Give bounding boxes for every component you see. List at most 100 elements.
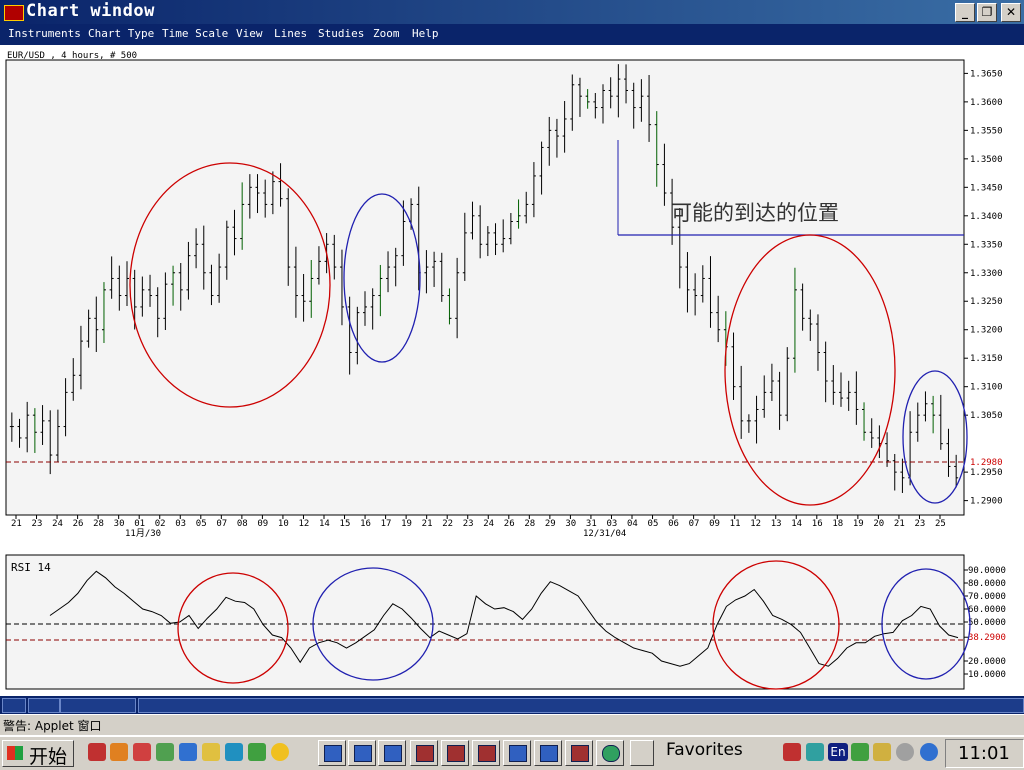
price-header: EUR/USD , 4 hours, # 500 [7, 51, 137, 61]
title-bar: Chart window _ ❐ ✕ [0, 0, 1024, 24]
price-x-tick-label: 10 [278, 519, 289, 529]
price-x-tick-label: 16 [360, 519, 371, 529]
price-x-tick-label: 07 [216, 519, 227, 529]
scroll-handle[interactable] [28, 698, 60, 713]
price-x-tick-label: 21 [422, 519, 433, 529]
tray-icon-3[interactable] [851, 743, 869, 761]
clock[interactable]: 11:01 [945, 739, 1024, 768]
tray-icon-4[interactable] [896, 743, 914, 761]
price-y-tick-label: 1.3450 [970, 183, 1003, 193]
rsi-y-tick-label: 10.0000 [968, 670, 1006, 680]
price-x-tick-label: 30 [114, 519, 125, 529]
windows-logo-icon [7, 746, 23, 760]
scroll-track-segment[interactable] [60, 698, 136, 713]
x-sublabel-dec: 12/31/04 [583, 529, 626, 539]
rsi-title: RSI 14 [11, 561, 51, 574]
language-indicator[interactable]: En [828, 743, 848, 761]
favorites-label[interactable]: Favorites [666, 740, 743, 760]
price-y-tick-label: 1.3300 [970, 269, 1003, 279]
price-x-tick-label: 24 [52, 519, 63, 529]
price-x-tick-label: 12 [750, 519, 761, 529]
price-y-tick-label: 1.3200 [970, 326, 1003, 336]
tray-icon-5[interactable] [920, 743, 938, 761]
menu-chart-type[interactable]: Chart Type [88, 27, 154, 40]
rsi-y-tick-label: 38.2900 [968, 633, 1006, 643]
minimize-button[interactable]: _ [955, 3, 975, 22]
task-button-10[interactable] [596, 740, 624, 766]
menu-studies[interactable]: Studies [318, 27, 364, 40]
tray-icon-2[interactable] [806, 743, 824, 761]
menu-bar: Instruments Chart Type Time Scale View L… [0, 24, 1024, 45]
scroll-track[interactable] [138, 698, 1024, 713]
menu-zoom[interactable]: Zoom [373, 27, 400, 40]
scroll-left-button[interactable] [2, 698, 26, 713]
menu-view[interactable]: View [236, 27, 263, 40]
tray-icon-1[interactable] [783, 743, 801, 761]
price-x-tick-label: 19 [401, 519, 412, 529]
price-x-tick-label: 01 [134, 519, 145, 529]
task-button-3[interactable] [378, 740, 406, 766]
chart-area: EUR/USD , 4 hours, # 500 1.3650 1.3600 1.3… [0, 45, 1024, 696]
task-button-4[interactable] [410, 740, 438, 766]
horizontal-scrollbar[interactable] [0, 696, 1024, 714]
status-text: 警告: Applet 窗口 [3, 719, 102, 733]
task-button-5[interactable] [441, 740, 469, 766]
price-x-tick-label: 30 [565, 519, 576, 529]
price-y-tick-label: 1.3500 [970, 155, 1003, 165]
price-x-tick-label: 06 [668, 519, 679, 529]
price-y-tick-label: 1.3550 [970, 126, 1003, 136]
quicklaunch-icon-1[interactable] [88, 743, 106, 761]
rsi-y-tick-label: 80.0000 [968, 579, 1006, 589]
rsi-y-tick-label: 70.0000 [968, 592, 1006, 602]
clock-text: 11:01 [958, 743, 1010, 764]
quicklaunch-icon-5[interactable] [179, 743, 197, 761]
task-button-7[interactable] [503, 740, 531, 766]
price-y-tick-label: 1.2900 [970, 497, 1003, 507]
x-sublabel-nov: 11月/30 [125, 528, 161, 539]
menu-time-scale[interactable]: Time Scale [162, 27, 228, 40]
price-y-tick-label: 1.3150 [970, 354, 1003, 364]
quicklaunch-icon-7[interactable] [225, 743, 243, 761]
price-x-tick-label: 09 [257, 519, 268, 529]
restore-button[interactable]: ❐ [977, 3, 997, 22]
price-x-tick-label: 21 [11, 519, 22, 529]
taskbar: 开始 Favorites En 11:01 [0, 735, 1024, 770]
quicklaunch-icon-8[interactable] [248, 743, 266, 761]
quicklaunch-icon-4[interactable] [156, 743, 174, 761]
quicklaunch-icon-9[interactable] [271, 743, 289, 761]
menu-instruments[interactable]: Instruments [8, 27, 81, 40]
close-button[interactable]: ✕ [1001, 3, 1021, 22]
task-button-8[interactable] [534, 740, 562, 766]
quicklaunch-icon-6[interactable] [202, 743, 220, 761]
price-x-tick-label: 02 [155, 519, 166, 529]
task-button-1[interactable] [318, 740, 346, 766]
price-x-tick-label: 21 [894, 519, 905, 529]
quicklaunch-icon-3[interactable] [133, 743, 151, 761]
price-y-tick-label: 1.3350 [970, 240, 1003, 250]
price-x-tick-label: 05 [648, 519, 659, 529]
task-scroll-button[interactable] [630, 740, 654, 766]
volume-icon[interactable] [873, 743, 891, 761]
price-x-tick-label: 18 [832, 519, 843, 529]
price-y-axis: 1.3650 1.3600 1.3550 1.3500 1.3450 1.3400 1.33… [964, 69, 1003, 507]
start-button[interactable]: 开始 [2, 740, 74, 768]
price-y-tick-label: 1.3650 [970, 69, 1003, 79]
price-x-tick-label: 28 [524, 519, 535, 529]
support-value-label: 1.2980 [970, 458, 1003, 468]
price-y-tick-label: 1.3600 [970, 98, 1003, 108]
menu-lines[interactable]: Lines [274, 27, 307, 40]
price-x-tick-label: 23 [463, 519, 474, 529]
chart-svg[interactable]: EUR/USD , 4 hours, # 500 1.36501.36001.3… [0, 45, 1024, 696]
menu-help[interactable]: Help [412, 27, 439, 40]
rsi-y-tick-label: 50.0000 [968, 618, 1006, 628]
price-x-tick-label: 31 [586, 519, 597, 529]
price-y-tick-label: 1.3100 [970, 383, 1003, 393]
app-icon [4, 5, 24, 21]
task-button-2[interactable] [348, 740, 376, 766]
price-y-tick-label: 1.3400 [970, 212, 1003, 222]
price-y-tick-label: 1.2950 [970, 468, 1003, 478]
task-button-6[interactable] [472, 740, 500, 766]
price-x-tick-label: 19 [853, 519, 864, 529]
quicklaunch-icon-2[interactable] [110, 743, 128, 761]
task-button-9[interactable] [565, 740, 593, 766]
